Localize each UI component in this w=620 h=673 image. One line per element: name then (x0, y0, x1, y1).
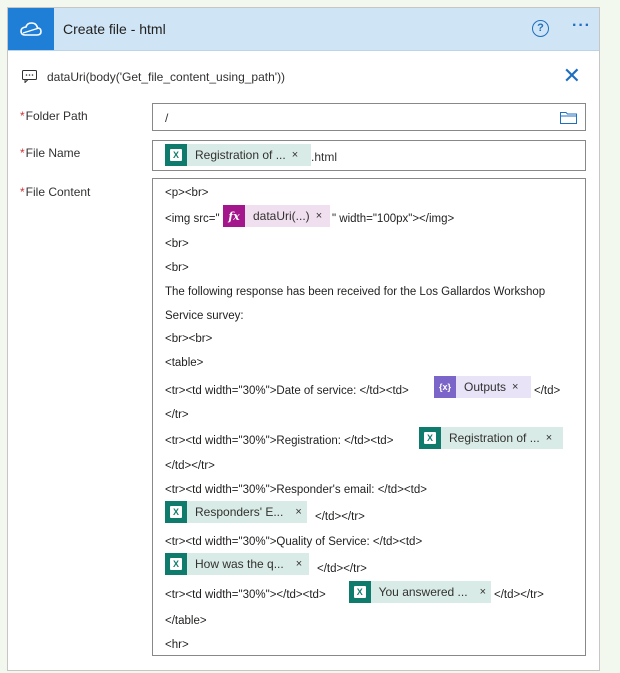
folder-path-input[interactable]: / (152, 103, 586, 131)
content-line: <img src=" (165, 213, 220, 225)
comment-row[interactable]: dataUri(body('Get_file_content_using_pat… (22, 70, 285, 86)
quality-token[interactable]: X How was the q... × (165, 553, 309, 575)
content-line: <table> (165, 357, 204, 369)
content-line: <tr><td width="30%">Quality of Service: … (165, 536, 423, 548)
file-extension-text: .html (311, 150, 338, 164)
content-line: <br> (165, 262, 189, 274)
content-line: <p><br> (165, 187, 209, 199)
content-line: <br> (165, 238, 189, 250)
help-icon[interactable]: ? (532, 20, 549, 37)
fx-icon: fx (223, 205, 245, 227)
file-name-input[interactable]: X Registration of ... × .html (152, 140, 586, 171)
content-line: <tr><td width="30%">Responder's email: <… (165, 484, 427, 496)
datauri-expression-token[interactable]: fx dataUri(...) × (223, 205, 330, 227)
content-line: </table> (165, 615, 207, 627)
onedrive-icon (8, 8, 54, 50)
action-header[interactable]: Create file - html ? ··· (8, 8, 599, 51)
registration-token[interactable]: X Registration of ... × (165, 144, 311, 166)
token-remove-icon[interactable]: × (296, 558, 307, 570)
content-line: " width="100px"></img> (332, 213, 455, 225)
excel-icon: X (349, 581, 371, 603)
content-line: <br><br> (165, 333, 213, 345)
token-remove-icon[interactable]: × (546, 432, 557, 444)
you-answered-token[interactable]: X You answered ... × (349, 581, 491, 603)
excel-icon: X (165, 501, 187, 523)
content-line: </tr> (165, 409, 189, 421)
token-remove-icon[interactable]: × (512, 381, 523, 393)
content-line: </td> (534, 385, 561, 397)
file-content-editor[interactable]: <p><br> <img src=" fx dataUri(...) × " w… (152, 178, 586, 656)
content-line: <tr><td width="30%"></td><td> (165, 589, 326, 601)
comment-text: dataUri(body('Get_file_content_using_pat… (47, 70, 286, 84)
content-line: The following response has been received… (165, 286, 546, 298)
token-remove-icon[interactable]: × (480, 586, 491, 598)
token-remove-icon[interactable]: × (292, 149, 303, 161)
content-line: <hr> (165, 639, 189, 651)
file-content-label: *File Content (20, 185, 91, 199)
responders-email-token[interactable]: X Responders' E... × (165, 501, 307, 523)
content-line: </td></tr> (494, 589, 544, 601)
content-line: <tr><td width="30%">Date of service: </t… (165, 385, 409, 397)
content-line: </td></tr> (317, 563, 367, 575)
token-remove-icon[interactable]: × (316, 210, 327, 222)
content-line: <tr><td width="30%">Registration: </td><… (165, 435, 394, 447)
file-name-label: *File Name (20, 146, 81, 160)
folder-icon[interactable] (560, 111, 577, 124)
excel-icon: X (165, 144, 187, 166)
comment-icon (22, 70, 37, 84)
token-remove-icon[interactable]: × (295, 506, 306, 518)
close-icon[interactable]: ✕ (563, 65, 581, 87)
registration-token[interactable]: X Registration of ... × (419, 427, 563, 449)
action-title: Create file - html (63, 21, 166, 37)
folder-path-label: *Folder Path (20, 109, 88, 123)
content-line: </td></tr> (165, 460, 215, 472)
excel-icon: X (165, 553, 187, 575)
variable-icon: {x} (434, 376, 456, 398)
outputs-token[interactable]: {x} Outputs × (434, 376, 531, 398)
content-line: </td></tr> (315, 511, 365, 523)
more-options-icon[interactable]: ··· (572, 17, 591, 35)
excel-icon: X (419, 427, 441, 449)
content-line: Service survey: (165, 310, 244, 322)
action-card: Create file - html ? ··· dataUri(body('G… (7, 7, 600, 671)
